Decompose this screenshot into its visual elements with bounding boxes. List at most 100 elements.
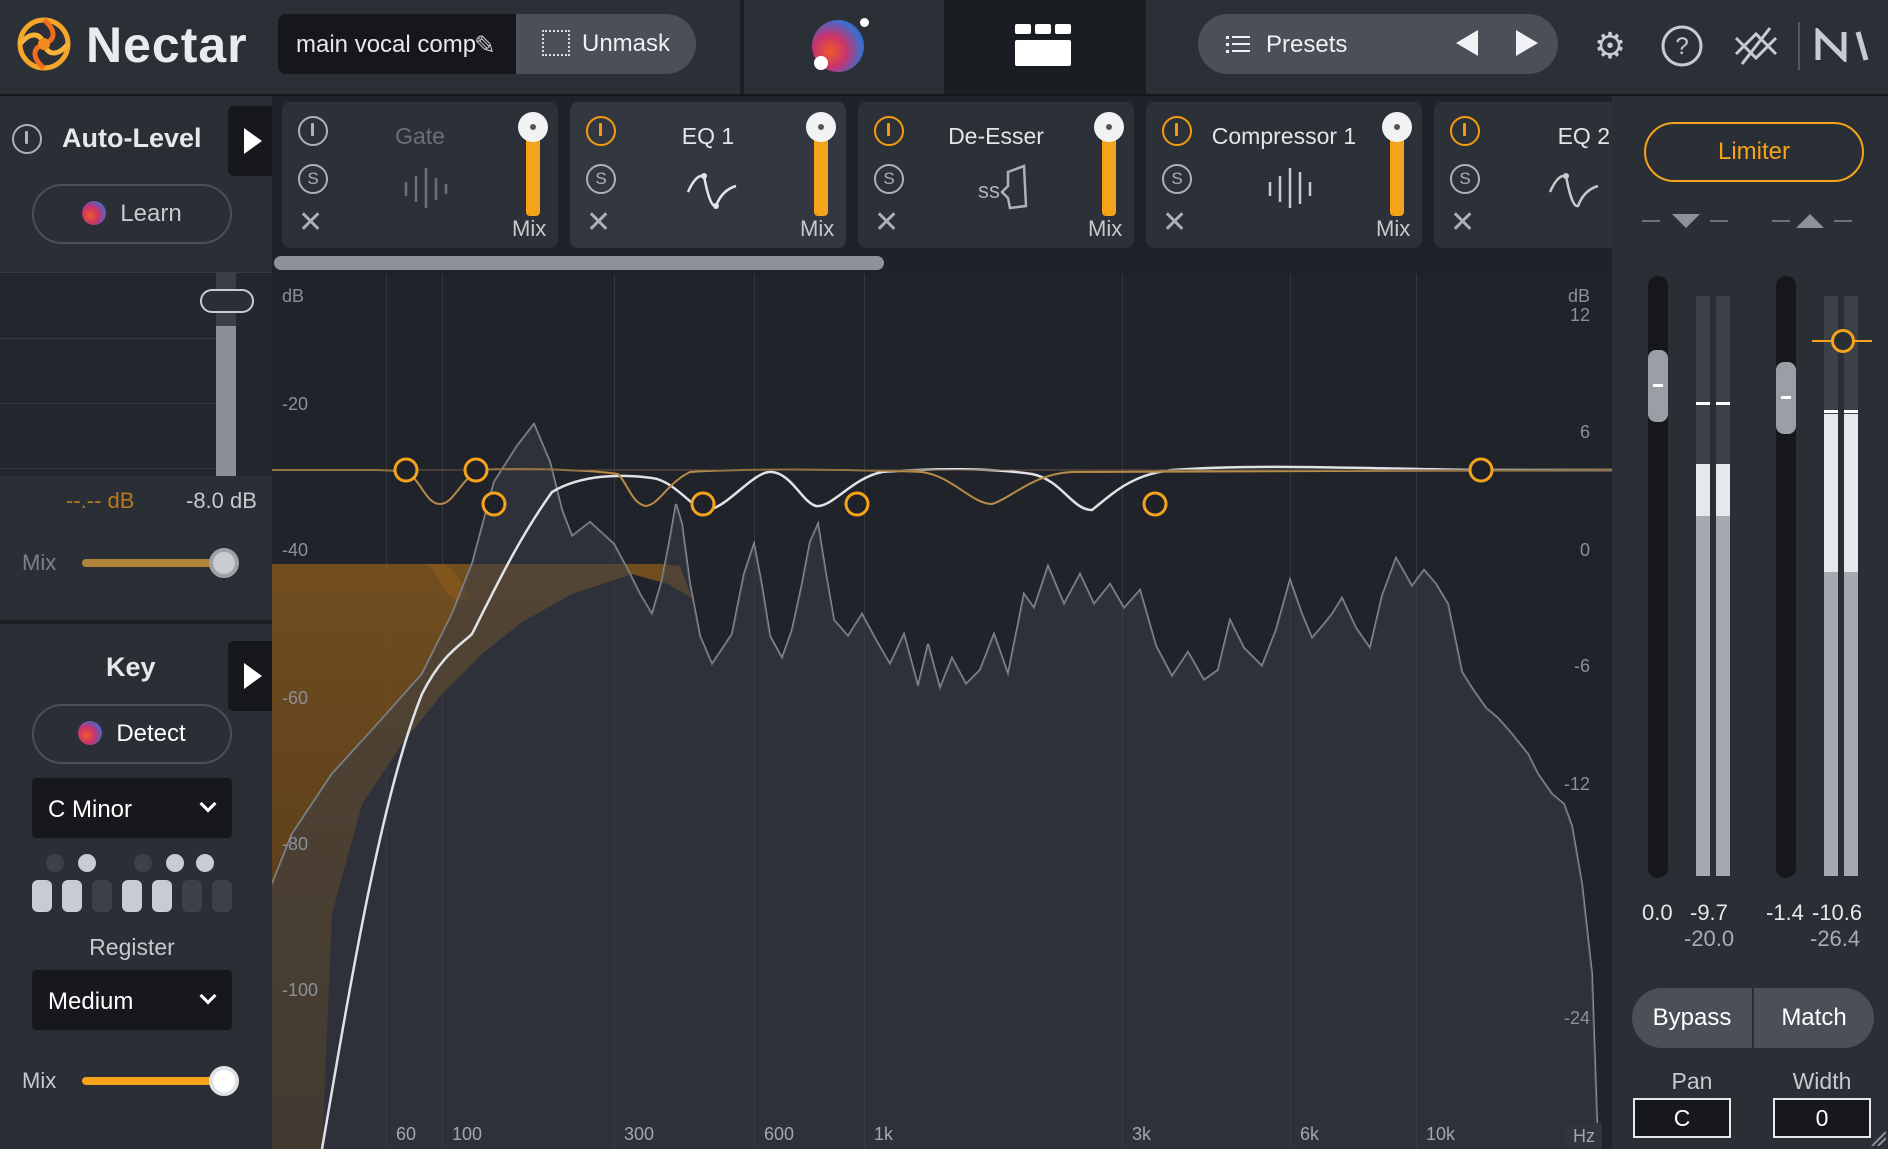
module-name: Compressor 1 — [1211, 123, 1357, 149]
white-key-indicator[interactable] — [32, 880, 52, 912]
output-gain-handle[interactable] — [1776, 362, 1796, 434]
module-remove-icon[interactable]: ✕ — [1450, 208, 1475, 238]
svg-text:?: ? — [1675, 33, 1688, 60]
key-scale-value: C Minor — [48, 796, 133, 823]
learn-button[interactable]: Learn — [32, 184, 232, 244]
module-gate[interactable]: Gate S ✕ Mix — [282, 102, 558, 248]
output-ceiling-arrow-icon[interactable] — [1796, 214, 1824, 228]
limiter-button[interactable]: Limiter — [1644, 122, 1864, 182]
auto-level-title: Auto-Level — [62, 123, 202, 153]
black-key-indicator[interactable] — [46, 854, 64, 872]
learn-label: Learn — [120, 200, 182, 227]
eq-curve-icon — [686, 173, 737, 209]
meter-dash — [1642, 220, 1660, 222]
white-key-indicator[interactable] — [152, 880, 172, 912]
limiter-threshold-handle[interactable] — [1831, 329, 1855, 353]
orb-indicator-dot — [860, 18, 869, 27]
auto-level-target-handle[interactable] — [200, 289, 254, 313]
detect-label: Detect — [116, 720, 186, 747]
eq-curve-icon — [1548, 173, 1599, 208]
module-solo-icon[interactable]: S — [1450, 164, 1480, 194]
module-solo-icon[interactable]: S — [874, 164, 904, 194]
black-key-indicator[interactable] — [134, 854, 152, 872]
output-peak-hold — [1844, 410, 1858, 413]
module-eq2[interactable]: EQ 2 S ✕ — [1434, 102, 1612, 248]
next-preset-icon[interactable] — [1516, 30, 1538, 56]
module-solo-icon[interactable]: S — [298, 164, 328, 194]
resize-grip-icon[interactable] — [1868, 1128, 1886, 1146]
section-divider — [0, 620, 272, 624]
auto-level-mix-knob[interactable] — [209, 548, 239, 578]
module-strip-scrollbar[interactable] — [274, 256, 884, 270]
unmask-button[interactable]: Unmask — [516, 14, 696, 74]
white-key-indicator[interactable] — [122, 880, 142, 912]
white-key-indicator[interactable] — [92, 880, 112, 912]
top-bar: Nectar main vocal comp ✎ Unmask Presets … — [0, 0, 1888, 96]
register-dropdown[interactable]: Medium — [32, 970, 232, 1030]
module-remove-icon[interactable]: ✕ — [1162, 208, 1187, 238]
module-remove-icon[interactable]: ✕ — [874, 208, 899, 238]
input-peak-readout: -9.7 — [1690, 900, 1728, 925]
auto-level-power-icon[interactable] — [12, 124, 42, 154]
right-axis-tick: -12 — [1563, 774, 1590, 794]
module-mix-knob[interactable] — [1382, 112, 1412, 142]
module-eq1[interactable]: EQ 1 S ✕ Mix — [570, 102, 846, 248]
bypass-button[interactable]: Bypass — [1632, 988, 1752, 1048]
app-title: Nectar — [86, 17, 248, 73]
compressor-icon — [1268, 168, 1312, 208]
white-key-indicator[interactable] — [182, 880, 202, 912]
black-key-indicator[interactable] — [196, 854, 214, 872]
presets-button[interactable]: Presets — [1198, 14, 1558, 74]
ozone-link-icon[interactable] — [1732, 24, 1780, 68]
help-icon[interactable]: ? — [1660, 24, 1704, 68]
settings-gear-icon[interactable]: ⚙ — [1588, 24, 1632, 68]
module-mix-knob[interactable] — [1094, 112, 1124, 142]
detect-button[interactable]: Detect — [32, 704, 232, 764]
white-key-indicator[interactable] — [62, 880, 82, 912]
previous-preset-icon[interactable] — [1456, 30, 1478, 56]
input-gain-handle[interactable] — [1648, 350, 1668, 422]
module-mix-knob[interactable] — [518, 112, 548, 142]
module-solo-icon[interactable]: S — [586, 164, 616, 194]
module-power-icon[interactable] — [586, 116, 616, 146]
key-scale-dropdown[interactable]: C Minor — [32, 778, 232, 838]
key-expand-icon[interactable] — [228, 641, 272, 711]
module-power-icon[interactable] — [1450, 116, 1480, 146]
width-field[interactable]: 0 — [1773, 1098, 1871, 1138]
x-axis-tick: 600 — [764, 1124, 795, 1144]
white-key-indicator[interactable] — [212, 880, 232, 912]
divider — [1142, 0, 1146, 94]
right-axis-tick: 6 — [1579, 422, 1590, 442]
eq-band-node — [463, 457, 489, 483]
module-power-icon[interactable] — [874, 116, 904, 146]
edit-pencil-icon[interactable]: ✎ — [474, 30, 496, 61]
auto-level-expand-icon[interactable] — [228, 106, 272, 176]
black-key-indicator[interactable] — [166, 854, 184, 872]
module-mix-fader[interactable] — [526, 132, 540, 216]
module-mix-fader[interactable] — [1390, 132, 1404, 216]
match-button[interactable]: Match — [1754, 988, 1874, 1048]
key-mix-knob[interactable] — [209, 1066, 239, 1096]
module-compressor1[interactable]: Compressor 1 S ✕ Mix — [1146, 102, 1422, 248]
assistant-orb-icon — [82, 201, 107, 225]
register-label: Register — [89, 934, 175, 960]
meter-dash — [1710, 220, 1728, 222]
native-instruments-logo-icon[interactable] — [1814, 28, 1870, 62]
svg-text:ss: ss — [978, 178, 1000, 203]
spectrum-display[interactable]: dB -20 -40 -60 -80 -100 dB 12 6 0 -6 -12… — [272, 274, 1612, 1149]
module-mix-fader[interactable] — [1102, 132, 1116, 216]
module-chain: Gate S ✕ Mix EQ 1 S ✕ Mix De-Esser S ✕ s… — [272, 96, 1612, 274]
input-ceiling-arrow-icon[interactable] — [1672, 214, 1700, 228]
module-mix-fader[interactable] — [814, 132, 828, 216]
module-de-esser[interactable]: De-Esser S ✕ ss Mix — [858, 102, 1134, 248]
input-meter-left-rms — [1696, 516, 1710, 876]
module-solo-icon[interactable]: S — [1162, 164, 1192, 194]
module-remove-icon[interactable]: ✕ — [586, 208, 611, 238]
pan-field[interactable]: C — [1633, 1098, 1731, 1138]
module-remove-icon[interactable]: ✕ — [298, 208, 323, 238]
output-peak-hold — [1824, 410, 1838, 413]
module-mix-knob[interactable] — [806, 112, 836, 142]
module-power-icon[interactable] — [1162, 116, 1192, 146]
black-key-indicator[interactable] — [78, 854, 96, 872]
module-power-icon[interactable] — [298, 116, 328, 146]
